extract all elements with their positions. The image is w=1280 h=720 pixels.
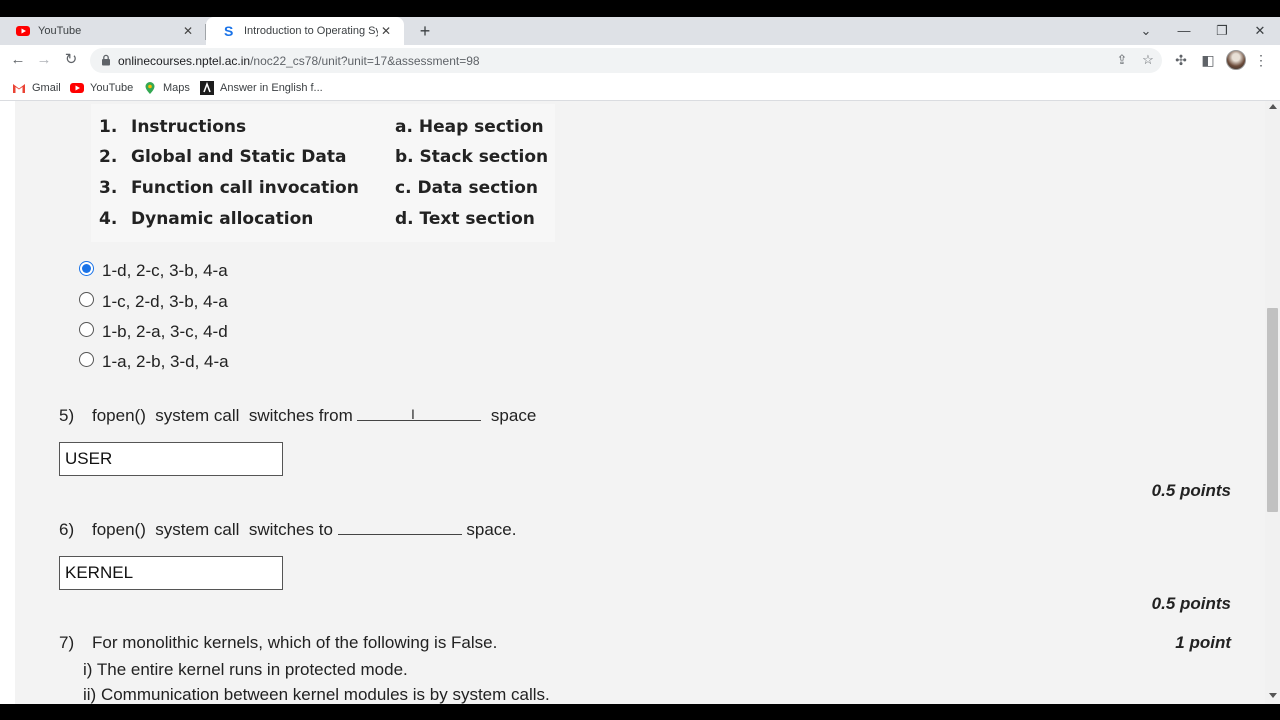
svg-text:S: S	[224, 24, 233, 38]
radio-button[interactable]	[79, 260, 94, 276]
question-6: 6) fopen() system call switches to space.	[59, 520, 516, 540]
bookmark-label: Answer in English f...	[220, 82, 323, 94]
radio-button[interactable]	[79, 321, 94, 337]
question-5: 5) fopen() system call switches from spac…	[59, 406, 536, 426]
blank-line	[337, 520, 462, 535]
url-host: onlinecourses.nptel.ac.in	[118, 54, 251, 68]
match-number: 4.	[99, 209, 118, 229]
match-number: 1.	[99, 117, 118, 137]
tab-title: YouTube	[38, 25, 82, 37]
bookmark-answer[interactable]: Answer in English f...	[200, 81, 323, 95]
match-row: 3. Function call invocation c. Data sect…	[91, 178, 555, 208]
tab-search-icon[interactable]: ⌄	[1136, 21, 1156, 41]
side-panel-icon[interactable]: ◧	[1199, 51, 1217, 69]
address-bar[interactable]: onlinecourses.nptel.ac.in/noc22_cs78/uni…	[90, 48, 1162, 73]
scroll-down-icon[interactable]	[1269, 693, 1277, 698]
url-text[interactable]: onlinecourses.nptel.ac.in/noc22_cs78/uni…	[118, 54, 480, 68]
scroll-up-icon[interactable]	[1269, 104, 1277, 109]
bookmark-label: YouTube	[90, 82, 134, 94]
url-path: /noc22_cs78/unit?unit=17&assessment=98	[250, 54, 480, 68]
option-label: 1-b, 2-a, 3-c, 4-d	[102, 322, 228, 341]
browser-toolbar: ← → ↻ onlinecourses.nptel.ac.in/noc22_cs…	[0, 45, 1280, 76]
tab-youtube[interactable]: YouTube ✕	[0, 17, 206, 45]
tab-title: Introduction to Operating Systems - Unit…	[244, 25, 378, 37]
radio-button[interactable]	[79, 291, 94, 307]
close-tab-icon[interactable]: ✕	[378, 24, 394, 38]
youtube-icon	[16, 26, 30, 36]
match-right: c. Data section	[395, 178, 539, 198]
assessment-panel: 1. Instructions a. Heap section 2. Globa…	[15, 101, 1265, 704]
tab-strip: YouTube ✕ S Introduction to Operating Sy…	[0, 17, 1280, 45]
share-icon[interactable]: ⇪	[1114, 52, 1130, 68]
match-row: 2. Global and Static Data b. Stack secti…	[91, 147, 555, 177]
maps-icon	[145, 82, 155, 94]
match-row: 1. Instructions a. Heap section	[91, 117, 555, 147]
back-icon[interactable]: ←	[8, 50, 28, 70]
question-text: fopen() system call switches from	[92, 406, 358, 425]
q4-option[interactable]: 1-b, 2-a, 3-c, 4-d	[79, 321, 228, 342]
bookmark-gmail[interactable]: Gmail	[12, 81, 61, 95]
q7-points: 1 point	[1175, 633, 1231, 652]
match-left: Instructions	[131, 117, 247, 137]
bookmark-youtube[interactable]: YouTube	[70, 81, 133, 95]
bookmark-label: Maps	[163, 82, 190, 94]
menu-icon[interactable]: ⋮	[1252, 51, 1270, 69]
minimize-button[interactable]: —	[1174, 21, 1194, 41]
bookmarks-bar: Gmail YouTube Maps Answer in English f..…	[0, 76, 1280, 101]
forward-icon[interactable]: →	[34, 50, 54, 70]
text-cursor-icon: I	[411, 406, 415, 422]
q6-answer-input[interactable]: KERNEL	[59, 556, 283, 590]
option-label: 1-a, 2-b, 3-d, 4-a	[102, 352, 229, 371]
gmail-icon	[13, 84, 25, 93]
option-label: 1-c, 2-d, 3-b, 4-a	[102, 292, 228, 311]
question-text-end: space.	[466, 520, 517, 539]
match-number: 3.	[99, 178, 118, 198]
match-right: d. Text section	[395, 209, 535, 229]
new-tab-button[interactable]: +	[416, 21, 434, 41]
youtube-icon	[70, 83, 84, 93]
match-left: Dynamic allocation	[131, 209, 314, 229]
swayam-icon: S	[224, 24, 233, 38]
extensions-icon[interactable]: ✣	[1172, 51, 1190, 69]
avatar[interactable]	[1226, 50, 1246, 70]
q7-statement: i) The entire kernel runs in protected m…	[83, 660, 408, 679]
question-number: 5)	[59, 406, 75, 425]
match-right: a. Heap section	[395, 117, 544, 137]
tab-nptel[interactable]: S Introduction to Operating Systems - Un…	[206, 17, 404, 45]
q7-statement: ii) Communication between kernel modules…	[83, 685, 550, 704]
q5-points: 0.5 points	[1151, 481, 1231, 500]
blank-line	[357, 406, 482, 421]
q4-option[interactable]: 1-c, 2-d, 3-b, 4-a	[79, 291, 228, 312]
radio-button[interactable]	[79, 351, 94, 367]
reload-icon[interactable]: ↻	[61, 50, 81, 70]
match-number: 2.	[99, 147, 118, 167]
question-number: 6)	[59, 520, 75, 539]
question-number: 7)	[59, 633, 75, 652]
q6-points: 0.5 points	[1151, 594, 1231, 613]
question-text: For monolithic kernels, which of the fol…	[92, 633, 498, 652]
bookmark-label: Gmail	[32, 82, 61, 94]
question-text: fopen() system call switches to	[92, 520, 338, 539]
match-left: Global and Static Data	[131, 147, 347, 167]
vertical-scrollbar[interactable]	[1265, 101, 1280, 704]
match-table-image: 1. Instructions a. Heap section 2. Globa…	[91, 104, 555, 242]
q4-option[interactable]: 1-a, 2-b, 3-d, 4-a	[79, 351, 229, 372]
question-text-end: space	[490, 406, 537, 425]
close-tab-icon[interactable]: ✕	[180, 24, 196, 38]
lock-icon[interactable]	[100, 54, 112, 66]
close-window-button[interactable]: ✕	[1250, 21, 1270, 41]
bookmark-maps[interactable]: Maps	[143, 81, 190, 95]
option-label: 1-d, 2-c, 3-b, 4-a	[102, 261, 228, 280]
match-left: Function call invocation	[131, 178, 359, 198]
match-row: 4. Dynamic allocation d. Text section	[91, 209, 555, 239]
restore-button[interactable]: ❐	[1212, 21, 1232, 41]
answer-icon	[200, 81, 214, 95]
scroll-thumb[interactable]	[1267, 308, 1278, 512]
page-content: 1. Instructions a. Heap section 2. Globa…	[0, 101, 1280, 704]
bookmark-star-icon[interactable]: ☆	[1140, 52, 1156, 68]
question-7: 7) For monolithic kernels, which of the f…	[59, 633, 497, 653]
q5-answer-input[interactable]: USER	[59, 442, 283, 476]
match-right: b. Stack section	[395, 147, 549, 167]
q4-option[interactable]: 1-d, 2-c, 3-b, 4-a	[79, 260, 228, 281]
